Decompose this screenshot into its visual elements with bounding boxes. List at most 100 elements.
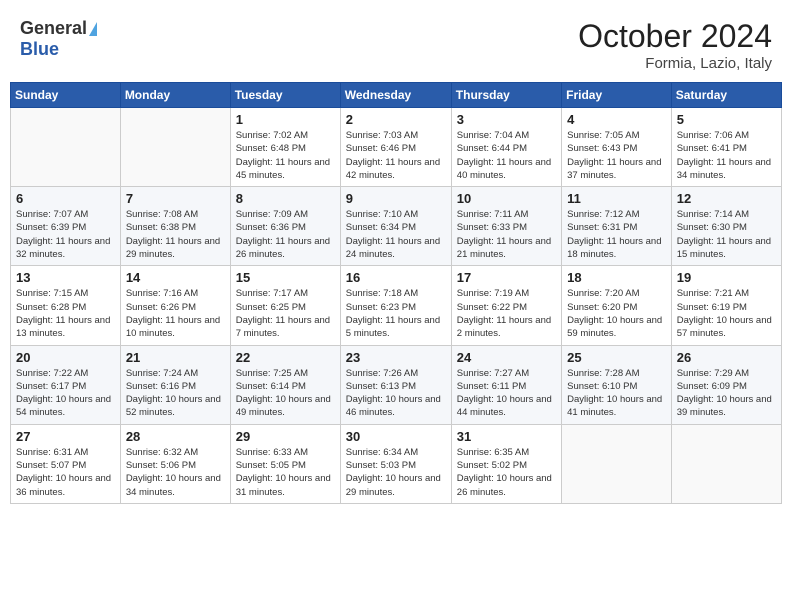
calendar-week-2: 6 Sunrise: 7:07 AMSunset: 6:39 PMDaylight… xyxy=(11,187,782,266)
day-number: 25 xyxy=(567,350,666,365)
calendar-cell: 27 Sunrise: 6:31 AMSunset: 5:07 PMDayligh… xyxy=(11,424,121,503)
day-number: 16 xyxy=(346,270,446,285)
day-info: Sunrise: 7:10 AMSunset: 6:34 PMDaylight:… xyxy=(346,208,446,261)
calendar-cell: 28Sunrise: 6:32 AMSunset: 5:06 PMDayligh… xyxy=(120,424,230,503)
calendar-cell: 2 Sunrise: 7:03 AMSunset: 6:46 PMDaylight… xyxy=(340,108,451,187)
day-info: Sunrise: 7:09 AMSunset: 6:36 PMDaylight:… xyxy=(236,208,335,261)
day-number: 18 xyxy=(567,270,666,285)
day-info: Sunrise: 7:25 AMSunset: 6:14 PMDaylight:… xyxy=(236,367,335,420)
calendar-week-1: 1 Sunrise: 7:02 AMSunset: 6:48 PMDaylight… xyxy=(11,108,782,187)
day-info: Sunrise: 7:26 AMSunset: 6:13 PMDaylight:… xyxy=(346,367,446,420)
calendar-cell: 4 Sunrise: 7:05 AMSunset: 6:43 PMDaylight… xyxy=(562,108,672,187)
day-number: 3 xyxy=(457,112,556,127)
day-info: Sunrise: 7:29 AMSunset: 6:09 PMDaylight:… xyxy=(677,367,776,420)
day-number: 31 xyxy=(457,429,556,444)
day-info: Sunrise: 7:28 AMSunset: 6:10 PMDaylight:… xyxy=(567,367,666,420)
day-info: Sunrise: 7:08 AMSunset: 6:38 PMDaylight:… xyxy=(126,208,225,261)
day-number: 22 xyxy=(236,350,335,365)
calendar-cell: 16 Sunrise: 7:18 AMSunset: 6:23 PMDayligh… xyxy=(340,266,451,345)
calendar-cell: 19 Sunrise: 7:21 AMSunset: 6:19 PMDayligh… xyxy=(671,266,781,345)
day-number: 17 xyxy=(457,270,556,285)
day-info: Sunrise: 7:05 AMSunset: 6:43 PMDaylight:… xyxy=(567,129,666,182)
logo-general-text: General xyxy=(20,18,87,39)
day-info: Sunrise: 7:17 AMSunset: 6:25 PMDaylight:… xyxy=(236,287,335,340)
calendar-week-4: 20 Sunrise: 7:22 AMSunset: 6:17 PMDayligh… xyxy=(11,345,782,424)
calendar-cell: 1 Sunrise: 7:02 AMSunset: 6:48 PMDaylight… xyxy=(230,108,340,187)
day-info: Sunrise: 7:04 AMSunset: 6:44 PMDaylight:… xyxy=(457,129,556,182)
day-info: Sunrise: 6:35 AMSunset: 5:02 PMDaylight:… xyxy=(457,446,556,499)
calendar-cell: 12 Sunrise: 7:14 AMSunset: 6:30 PMDayligh… xyxy=(671,187,781,266)
day-number: 8 xyxy=(236,191,335,206)
day-info: Sunrise: 7:07 AMSunset: 6:39 PMDaylight:… xyxy=(16,208,115,261)
calendar-cell xyxy=(11,108,121,187)
calendar-cell: 21 Sunrise: 7:24 AMSunset: 6:16 PMDayligh… xyxy=(120,345,230,424)
day-info: Sunrise: 7:03 AMSunset: 6:46 PMDaylight:… xyxy=(346,129,446,182)
day-info: Sunrise: 7:24 AMSunset: 6:16 PMDaylight:… xyxy=(126,367,225,420)
day-number: 28 xyxy=(126,429,225,444)
day-number: 12 xyxy=(677,191,776,206)
calendar-cell xyxy=(671,424,781,503)
calendar-cell: 3 Sunrise: 7:04 AMSunset: 6:44 PMDaylight… xyxy=(451,108,561,187)
day-number: 2 xyxy=(346,112,446,127)
day-info: Sunrise: 6:33 AMSunset: 5:05 PMDaylight:… xyxy=(236,446,335,499)
day-info: Sunrise: 7:21 AMSunset: 6:19 PMDaylight:… xyxy=(677,287,776,340)
day-info: Sunrise: 7:22 AMSunset: 6:17 PMDaylight:… xyxy=(16,367,115,420)
day-info: Sunrise: 7:19 AMSunset: 6:22 PMDaylight:… xyxy=(457,287,556,340)
calendar-cell: 29 Sunrise: 6:33 AMSunset: 5:05 PMDayligh… xyxy=(230,424,340,503)
day-number: 30 xyxy=(346,429,446,444)
weekday-header-saturday: Saturday xyxy=(671,83,781,108)
day-number: 26 xyxy=(677,350,776,365)
day-info: Sunrise: 7:27 AMSunset: 6:11 PMDaylight:… xyxy=(457,367,556,420)
day-number: 1 xyxy=(236,112,335,127)
day-info: Sunrise: 7:02 AMSunset: 6:48 PMDaylight:… xyxy=(236,129,335,182)
page-header: General Blue October 2024 Formia, Lazio,… xyxy=(10,10,782,76)
day-number: 20 xyxy=(16,350,115,365)
day-number: 6 xyxy=(16,191,115,206)
calendar-cell: 13Sunrise: 7:15 AMSunset: 6:28 PMDayligh… xyxy=(11,266,121,345)
calendar-cell: 8 Sunrise: 7:09 AMSunset: 6:36 PMDaylight… xyxy=(230,187,340,266)
weekday-header-tuesday: Tuesday xyxy=(230,83,340,108)
calendar-cell: 23Sunrise: 7:26 AMSunset: 6:13 PMDayligh… xyxy=(340,345,451,424)
day-info: Sunrise: 7:16 AMSunset: 6:26 PMDaylight:… xyxy=(126,287,225,340)
day-info: Sunrise: 6:31 AMSunset: 5:07 PMDaylight:… xyxy=(16,446,115,499)
calendar-cell: 22 Sunrise: 7:25 AMSunset: 6:14 PMDayligh… xyxy=(230,345,340,424)
day-info: Sunrise: 6:34 AMSunset: 5:03 PMDaylight:… xyxy=(346,446,446,499)
calendar-cell: 10Sunrise: 7:11 AMSunset: 6:33 PMDayligh… xyxy=(451,187,561,266)
weekday-header-friday: Friday xyxy=(562,83,672,108)
day-number: 9 xyxy=(346,191,446,206)
day-number: 14 xyxy=(126,270,225,285)
day-number: 10 xyxy=(457,191,556,206)
calendar-cell: 17 Sunrise: 7:19 AMSunset: 6:22 PMDayligh… xyxy=(451,266,561,345)
day-info: Sunrise: 7:06 AMSunset: 6:41 PMDaylight:… xyxy=(677,129,776,182)
day-number: 27 xyxy=(16,429,115,444)
day-info: Sunrise: 7:18 AMSunset: 6:23 PMDaylight:… xyxy=(346,287,446,340)
logo-blue-text: Blue xyxy=(20,39,59,60)
calendar-header: SundayMondayTuesdayWednesdayThursdayFrid… xyxy=(11,83,782,108)
logo: General Blue xyxy=(20,18,97,60)
day-number: 13 xyxy=(16,270,115,285)
day-number: 21 xyxy=(126,350,225,365)
day-number: 11 xyxy=(567,191,666,206)
day-number: 5 xyxy=(677,112,776,127)
calendar-cell xyxy=(562,424,672,503)
logo-icon xyxy=(89,22,97,36)
calendar-cell: 6 Sunrise: 7:07 AMSunset: 6:39 PMDaylight… xyxy=(11,187,121,266)
day-number: 15 xyxy=(236,270,335,285)
weekday-header-thursday: Thursday xyxy=(451,83,561,108)
day-number: 7 xyxy=(126,191,225,206)
calendar-cell: 30 Sunrise: 6:34 AMSunset: 5:03 PMDayligh… xyxy=(340,424,451,503)
calendar-cell: 15 Sunrise: 7:17 AMSunset: 6:25 PMDayligh… xyxy=(230,266,340,345)
weekday-header-monday: Monday xyxy=(120,83,230,108)
calendar-week-3: 13Sunrise: 7:15 AMSunset: 6:28 PMDayligh… xyxy=(11,266,782,345)
weekday-row: SundayMondayTuesdayWednesdayThursdayFrid… xyxy=(11,83,782,108)
day-info: Sunrise: 7:14 AMSunset: 6:30 PMDaylight:… xyxy=(677,208,776,261)
calendar-cell: 24Sunrise: 7:27 AMSunset: 6:11 PMDayligh… xyxy=(451,345,561,424)
calendar-cell: 7 Sunrise: 7:08 AMSunset: 6:38 PMDaylight… xyxy=(120,187,230,266)
day-number: 19 xyxy=(677,270,776,285)
calendar-cell xyxy=(120,108,230,187)
day-number: 29 xyxy=(236,429,335,444)
day-info: Sunrise: 7:12 AMSunset: 6:31 PMDaylight:… xyxy=(567,208,666,261)
calendar-cell: 5 Sunrise: 7:06 AMSunset: 6:41 PMDaylight… xyxy=(671,108,781,187)
day-number: 4 xyxy=(567,112,666,127)
calendar-cell: 14 Sunrise: 7:16 AMSunset: 6:26 PMDayligh… xyxy=(120,266,230,345)
